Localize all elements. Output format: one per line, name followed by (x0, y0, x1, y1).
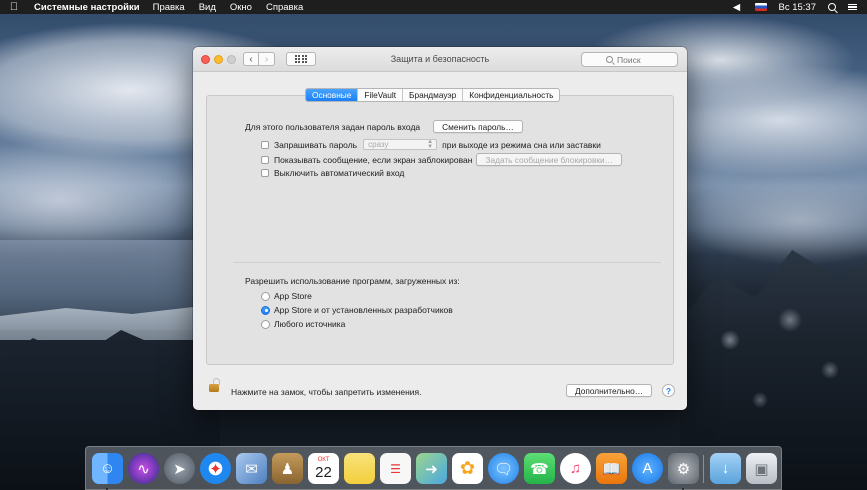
password-row: Для этого пользователя задан пароль вход… (245, 120, 523, 133)
menu-help[interactable]: Справка (266, 2, 303, 13)
help-button[interactable]: ? (662, 384, 675, 397)
menu-app-name[interactable]: Системные настройки (34, 2, 140, 13)
spotlight-icon[interactable] (828, 3, 836, 11)
general-panel: Для этого пользователя задан пароль вход… (206, 95, 674, 365)
search-field[interactable] (581, 52, 678, 67)
menu-window[interactable]: Окно (230, 2, 252, 13)
show-message-checkbox[interactable] (261, 155, 269, 164)
launchpad-icon[interactable]: ➤ (164, 453, 195, 484)
menu-bar:  Системные настройки Правка Вид Окно Сп… (0, 0, 867, 14)
input-source-flag-icon[interactable] (754, 3, 767, 11)
disable-autologin-label: Выключить автоматический вход (274, 168, 405, 178)
radio-app-store[interactable] (261, 291, 270, 301)
password-set-label: Для этого пользователя задан пароль вход… (245, 121, 421, 132)
menu-edit[interactable]: Правка (153, 2, 185, 13)
lock-icon[interactable] (209, 378, 221, 392)
itunes-icon[interactable]: ♫ (560, 453, 591, 484)
menu-view[interactable]: Вид (199, 2, 216, 13)
finder-icon[interactable]: ☺ (92, 453, 123, 484)
downloads-folder-icon[interactable]: ↓ (710, 453, 741, 484)
notes-icon[interactable] (344, 453, 375, 484)
tab-bar: Основные FileVault Брандмауэр Конфиденци… (305, 88, 561, 102)
reminders-icon[interactable]: ☰ (380, 453, 411, 484)
require-password-label: Запрашивать пароль (274, 139, 358, 150)
change-password-button[interactable]: Сменить пароль… (433, 120, 523, 133)
system-preferences-icon[interactable]: ⚙ (668, 453, 699, 484)
require-password-delay-value: сразу (368, 140, 389, 149)
notification-center-icon[interactable] (848, 3, 857, 11)
wallpaper-snow-trees (700, 300, 867, 440)
search-icon (606, 56, 613, 63)
option-app-store-label: App Store (274, 291, 312, 301)
radio-app-store-and-developers[interactable] (261, 305, 270, 315)
tab-general[interactable]: Основные (306, 89, 358, 101)
facetime-icon[interactable]: ☎ (524, 453, 555, 484)
apple-menu-icon[interactable]:  (0, 1, 28, 13)
show-message-row: Показывать сообщение, если экран заблоки… (261, 153, 622, 166)
option-app-store[interactable]: App Store (261, 291, 312, 301)
require-password-checkbox[interactable] (261, 140, 269, 149)
trash-icon[interactable]: ▣ (746, 453, 777, 484)
calendar-day: 22 (315, 464, 332, 481)
menubar-clock[interactable]: Вс 15:37 (779, 2, 817, 13)
maps-icon[interactable]: ➜ (416, 453, 447, 484)
contacts-icon[interactable]: ♟ (272, 453, 303, 484)
option-anywhere[interactable]: Любого источника (261, 319, 345, 329)
require-password-suffix: при выходе из режима сна или заставки (442, 139, 601, 150)
radio-anywhere[interactable] (261, 319, 270, 329)
messages-icon[interactable]: 🗨 (488, 453, 519, 484)
safari-icon[interactable]: ✦ (200, 453, 231, 484)
mail-icon[interactable]: ✉ (236, 453, 267, 484)
calendar-month: ОКТ (317, 457, 330, 463)
require-password-row: Запрашивать пароль сразу ▲ ▼ при выходе и… (261, 139, 601, 150)
allow-apps-label: Разрешить использование программ, загруж… (245, 276, 460, 286)
dock: ☺ ∿ ➤ ✦ ✉ ♟ ОКТ 22 ☰ ➜ ✿ 🗨 ☎ ♫ 📖 A ⚙ ↓ ▣ (85, 446, 782, 490)
disable-autologin-checkbox[interactable] (261, 169, 269, 177)
dock-separator (703, 455, 704, 483)
siri-icon[interactable]: ∿ (128, 453, 159, 484)
set-lock-message-button[interactable]: Задать сообщение блокировки… (476, 153, 622, 166)
security-preferences-window: ‹ › Защита и безопасность Основные FileV… (193, 47, 687, 410)
calendar-icon[interactable]: ОКТ 22 (308, 453, 339, 484)
option-app-store-and-developers-label: App Store и от установленных разработчик… (274, 305, 453, 315)
photos-icon[interactable]: ✿ (452, 453, 483, 484)
require-password-delay-select[interactable]: сразу ▲ ▼ (363, 139, 438, 150)
ibooks-icon[interactable]: 📖 (596, 453, 627, 484)
tab-privacy[interactable]: Конфиденциальность (462, 89, 559, 101)
search-input[interactable] (617, 54, 653, 65)
tab-filevault[interactable]: FileVault (357, 89, 402, 101)
tab-firewall[interactable]: Брандмауэр (402, 89, 462, 101)
lock-hint-text: Нажмите на замок, чтобы запретить измене… (231, 387, 422, 397)
show-message-label: Показывать сообщение, если экран заблоки… (274, 154, 473, 165)
app-store-icon[interactable]: A (632, 453, 663, 484)
popup-arrows-icon: ▲ ▼ (427, 139, 434, 150)
window-titlebar[interactable]: ‹ › Защита и безопасность (193, 47, 687, 72)
allow-apps-row: Разрешить использование программ, загруж… (245, 276, 460, 286)
option-app-store-and-developers[interactable]: App Store и от установленных разработчик… (261, 305, 453, 315)
advanced-button[interactable]: Дополнительно… (566, 384, 653, 397)
autologin-row: Выключить автоматический вход (261, 168, 404, 178)
option-anywhere-label: Любого источника (274, 319, 346, 329)
volume-icon[interactable]: ◀ (731, 2, 743, 13)
section-divider (233, 262, 661, 263)
